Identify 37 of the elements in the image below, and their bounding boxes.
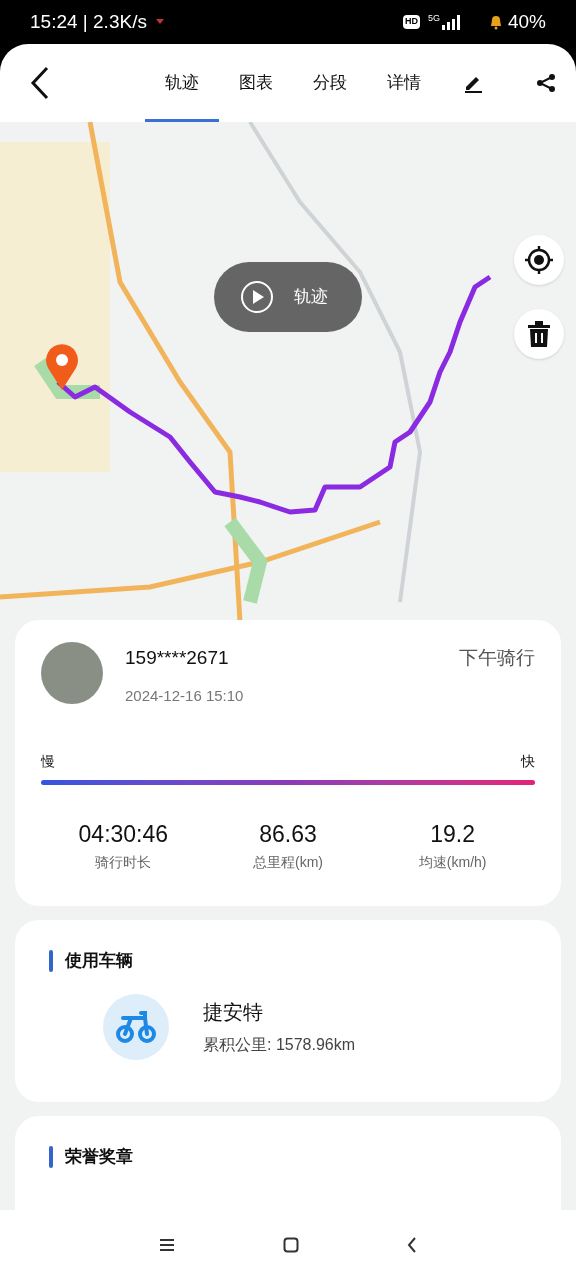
slow-label: 慢: [41, 752, 55, 771]
stat-value: 04:30:46: [78, 820, 169, 849]
ride-title: 下午骑行: [459, 646, 535, 670]
fast-label: 快: [521, 752, 535, 771]
share-icon: [536, 73, 556, 93]
trash-icon: [527, 321, 551, 347]
locate-icon: [524, 245, 554, 275]
stat-label: 均速(km/h): [418, 852, 487, 872]
start-pin-icon: [44, 342, 80, 392]
play-icon: [240, 280, 274, 314]
play-track-button[interactable]: 轨迹: [214, 262, 362, 332]
back-icon: [407, 1237, 417, 1253]
back-icon: [30, 66, 50, 100]
stat-label: 骑行时长: [95, 852, 152, 872]
section-heading: 荣誉奖章: [65, 1146, 133, 1168]
menu-icon: [159, 1238, 175, 1252]
ride-datetime: 2024-12-16 15:10: [125, 685, 244, 706]
tab[interactable]: 详情: [367, 44, 441, 122]
tab[interactable]: 分段: [293, 44, 367, 122]
hd-badge: HD: [402, 15, 420, 29]
share-button[interactable]: [534, 71, 558, 95]
home-icon: [283, 1237, 299, 1253]
vehicle-name: 捷安特: [203, 999, 264, 1025]
stat-value: 19.2: [430, 820, 476, 849]
vehicle-mileage: 累积公里: 1578.96km: [203, 1034, 356, 1055]
stat-label: 总里程(km): [253, 852, 323, 872]
home-button[interactable]: [283, 1237, 299, 1253]
stat-value: 86.63: [259, 820, 317, 849]
menu-button[interactable]: [159, 1238, 175, 1252]
system-back-button[interactable]: [407, 1237, 417, 1253]
user-name: 159****2671: [125, 646, 230, 670]
notification-icon: [154, 18, 165, 26]
tab[interactable]: 图表: [219, 44, 293, 122]
status-time: 15:24 | 2.3K/s: [30, 9, 147, 34]
section-heading: 使用车辆: [65, 950, 133, 972]
battery-level: 40%: [507, 9, 546, 34]
network-label: 5G: [427, 12, 440, 25]
